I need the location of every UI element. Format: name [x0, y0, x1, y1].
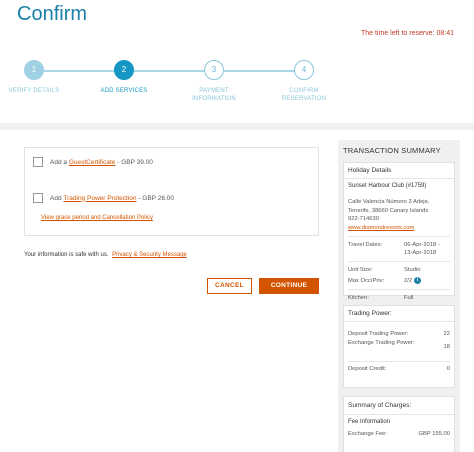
addon-price: - GBP 26.00 — [138, 194, 174, 202]
guest-certificate-option: Add a GuestCertificate - GBP 39.00 — [33, 157, 153, 167]
exchange-fee-row: Exchange Fee: GBP 155.00 — [348, 431, 450, 437]
step-label: CONFIRM RESERVATION — [281, 88, 327, 102]
step-number: 3 — [204, 60, 224, 80]
info-icon[interactable]: i — [414, 277, 422, 284]
resort-phone: 922-714630 — [348, 216, 379, 222]
step-verify-details[interactable]: 1 VERIFY DETAILS — [0, 60, 79, 95]
addon-price: - GBP 39.00 — [117, 158, 153, 166]
max-occupancy-row: Max Occ/Priv: 2/2 i — [348, 277, 450, 285]
step-label: PAYMENT INFORMATION — [192, 88, 236, 102]
progress-stepper: 1 VERIFY DETAILS 2 ADD SERVICES 3 PAYMEN… — [0, 60, 474, 110]
trading-power-card: Trading Power: Deposit Trading Power: 22… — [343, 305, 455, 388]
step-label: VERIFY DETAILS — [8, 88, 60, 94]
timer-value: 08:41 — [436, 30, 454, 37]
step-number: 4 — [294, 60, 314, 80]
deposit-credit-row: Deposit Credit: 0 — [348, 366, 450, 372]
timer-label: The time left to reserve: — [360, 30, 435, 37]
page-title: Confirm — [17, 3, 88, 25]
transaction-summary-sidebar: TRANSACTION SUMMARY Holiday Details Suns… — [338, 140, 460, 452]
guest-certificate-checkbox[interactable] — [33, 157, 43, 167]
add-services-panel: Add a GuestCertificate - GBP 39.00 Add T… — [24, 147, 319, 236]
exchange-trading-power-row: Exchange Trading Power: 18 — [348, 339, 450, 350]
step-label: ADD SERVICES — [100, 88, 148, 94]
kitchen-row: Kitchen: Full — [348, 295, 414, 302]
grace-period-policy-link[interactable]: View grace period and Cancellation Polic… — [41, 215, 153, 221]
addon-prefix: Add — [50, 194, 62, 202]
resort-website-link[interactable]: www.diamondresorts.com — [348, 224, 450, 233]
travel-dates-row: Travel Dates: 06-Apr-2018 -13-Apr-2018 — [348, 242, 440, 256]
reservation-timer: The time left to reserve: 08:41 — [361, 30, 454, 37]
holiday-details-card: Holiday Details Sunset Harbour Club (#17… — [343, 162, 455, 301]
trading-power-protection-option: Add Trading Power Protection - GBP 26.00 — [33, 193, 174, 203]
continue-button[interactable]: CONTINUE — [259, 278, 319, 294]
unit-size-row: Unit Size: Studio — [348, 267, 421, 273]
step-number: 2 — [114, 60, 134, 80]
step-add-services[interactable]: 2 ADD SERVICES — [79, 60, 169, 95]
section-divider — [0, 123, 474, 130]
trading-power-title: Trading Power: — [344, 306, 454, 322]
trading-power-protection-link[interactable]: Trading Power Protection — [63, 195, 136, 202]
security-notice: Your information is safe with us. Privac… — [24, 252, 187, 258]
guest-certificate-link[interactable]: GuestCertificate — [69, 159, 116, 166]
step-payment-information: 3 PAYMENT INFORMATION — [169, 60, 259, 103]
security-text: Your information is safe with us. — [24, 252, 109, 258]
addon-prefix: Add a — [50, 158, 67, 166]
fee-information-title: Fee Information — [348, 419, 391, 425]
deposit-trading-power-row: Deposit Trading Power: 22 — [348, 331, 450, 337]
holiday-details-title: Holiday Details — [344, 163, 454, 179]
step-number: 1 — [24, 60, 44, 80]
summary-of-charges-title: Summary of Charges: — [344, 397, 454, 415]
resort-name: Sunset Harbour Club (#1759) — [348, 183, 427, 189]
summary-of-charges-card: Summary of Charges: Fee Information Exch… — [343, 396, 455, 452]
transaction-summary-title: TRANSACTION SUMMARY — [343, 146, 441, 155]
cancel-button[interactable]: CANCEL — [207, 278, 252, 294]
resort-address: Calle Valencia Número 3 Adeje, Tenerife,… — [348, 198, 450, 232]
trading-power-protection-checkbox[interactable] — [33, 193, 43, 203]
step-confirm-reservation: 4 CONFIRM RESERVATION — [259, 60, 349, 103]
privacy-security-link[interactable]: Privacy & Security Message — [112, 252, 187, 258]
